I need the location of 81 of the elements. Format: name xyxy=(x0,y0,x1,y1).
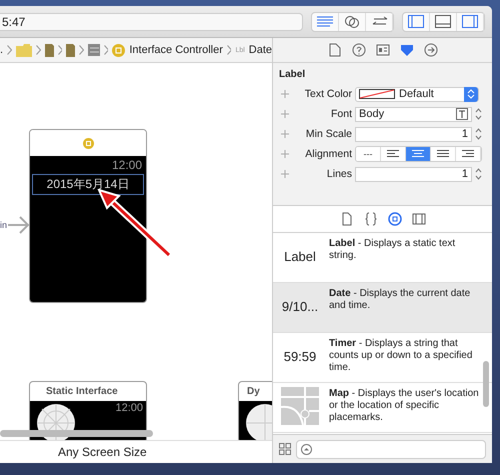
object-preview: 9/10... xyxy=(282,298,318,314)
swap-arrows-icon xyxy=(370,16,388,28)
panel-icon xyxy=(435,15,451,28)
chevron-icon xyxy=(58,45,62,55)
storyboard-icon[interactable] xyxy=(88,44,100,56)
connections-inspector-tab[interactable] xyxy=(422,41,440,59)
library-item[interactable]: Map - Displays the user's location or the location of specific placemarks. xyxy=(273,383,492,433)
tab-icon xyxy=(376,43,390,57)
view-toggle-control[interactable] xyxy=(402,12,485,32)
controller-icon xyxy=(82,138,94,148)
controller-icon xyxy=(112,44,126,56)
entry-arrow xyxy=(8,215,30,235)
attribute-label: Min Scale xyxy=(304,128,352,140)
chevron-icon xyxy=(7,45,12,55)
clock-time: 12:00 xyxy=(115,402,143,414)
file-icon[interactable] xyxy=(44,44,54,56)
entry-label: in xyxy=(0,220,8,230)
object-description: Map - Displays the user's location or the location of specific placemarks. xyxy=(329,387,480,424)
font-field[interactable]: Body xyxy=(355,106,472,122)
attribute-label: Lines xyxy=(326,168,352,180)
section-title: Label xyxy=(279,69,306,80)
editor-mode-control[interactable] xyxy=(311,12,394,32)
attribute-label: Text Color xyxy=(304,88,352,100)
object-description: Date - Displays the current date and time. xyxy=(329,287,472,312)
chevron-icon xyxy=(104,45,108,55)
tab-icon xyxy=(424,43,438,57)
library-item[interactable]: 9/10... Date - Displays the current date and time. xyxy=(273,283,492,333)
scene-title: Dy xyxy=(246,385,261,399)
tab-icon xyxy=(340,212,354,226)
chevron-icon xyxy=(79,45,84,55)
dynamic-interface-scene[interactable]: Dy xyxy=(238,381,272,440)
watch-scene[interactable]: 12:00 2015年5月14日 xyxy=(29,129,147,303)
align-natural-segment[interactable]: --- xyxy=(356,147,381,161)
align-icon xyxy=(462,150,474,158)
tab-icon xyxy=(388,212,402,226)
color-swatch-icon xyxy=(359,89,395,99)
stepper-icon[interactable] xyxy=(475,107,482,121)
tab-icon xyxy=(364,212,378,226)
align-icon xyxy=(412,150,424,158)
lines-icon xyxy=(316,16,334,28)
clock-time: 12:00 xyxy=(110,158,143,172)
file-icon[interactable] xyxy=(66,44,76,56)
scroll-bar[interactable] xyxy=(483,361,489,407)
stepper-icon[interactable] xyxy=(475,127,482,141)
align-center-segment[interactable] xyxy=(406,147,431,161)
align-icon xyxy=(437,150,449,158)
scene-title: Static Interface xyxy=(45,385,119,399)
popup-arrows-icon xyxy=(464,86,478,102)
panel-icon xyxy=(408,15,424,28)
object-description: Label - Displays a static text string. xyxy=(329,237,456,262)
filter-icon xyxy=(301,444,312,454)
panel-icon xyxy=(462,15,478,28)
number-field[interactable]: 1 xyxy=(355,166,472,182)
number-field[interactable]: 1 xyxy=(355,126,472,142)
object-description: Timer - Displays a string that counts up or down to a specified time. xyxy=(329,337,474,374)
object-preview: Label xyxy=(284,248,316,264)
tab-icon xyxy=(412,212,426,226)
tab-icon xyxy=(400,43,414,57)
tab-icon xyxy=(328,43,342,57)
tab-icon xyxy=(352,43,366,57)
grid-view-icon[interactable] xyxy=(279,443,291,455)
activity-text: 5:47 xyxy=(2,14,26,28)
stepper-icon[interactable] xyxy=(475,167,482,181)
size-class-label[interactable]: Any Screen Size xyxy=(58,445,147,459)
chevron-icon xyxy=(226,45,232,55)
date-label[interactable]: 2015年5月14日 xyxy=(32,174,144,195)
map-icon xyxy=(281,387,319,425)
chevron-icon xyxy=(36,45,41,55)
attribute-label: Alignment xyxy=(304,148,352,160)
object-preview: 59:59 xyxy=(284,348,316,364)
font-picker-icon xyxy=(456,108,468,120)
text-color-popup[interactable]: Default xyxy=(355,86,479,102)
object-library-tab[interactable] xyxy=(386,210,404,228)
rings-icon xyxy=(344,14,360,28)
jump-bar-item[interactable]: . xyxy=(0,44,4,56)
align-icon xyxy=(387,150,399,158)
help-inspector-tab[interactable] xyxy=(350,41,368,59)
attribute-label: Font xyxy=(330,108,352,120)
jump-bar-item[interactable]: Interface Controller xyxy=(112,44,223,56)
scroll-bar[interactable] xyxy=(0,430,153,437)
filter-field[interactable] xyxy=(296,440,486,458)
